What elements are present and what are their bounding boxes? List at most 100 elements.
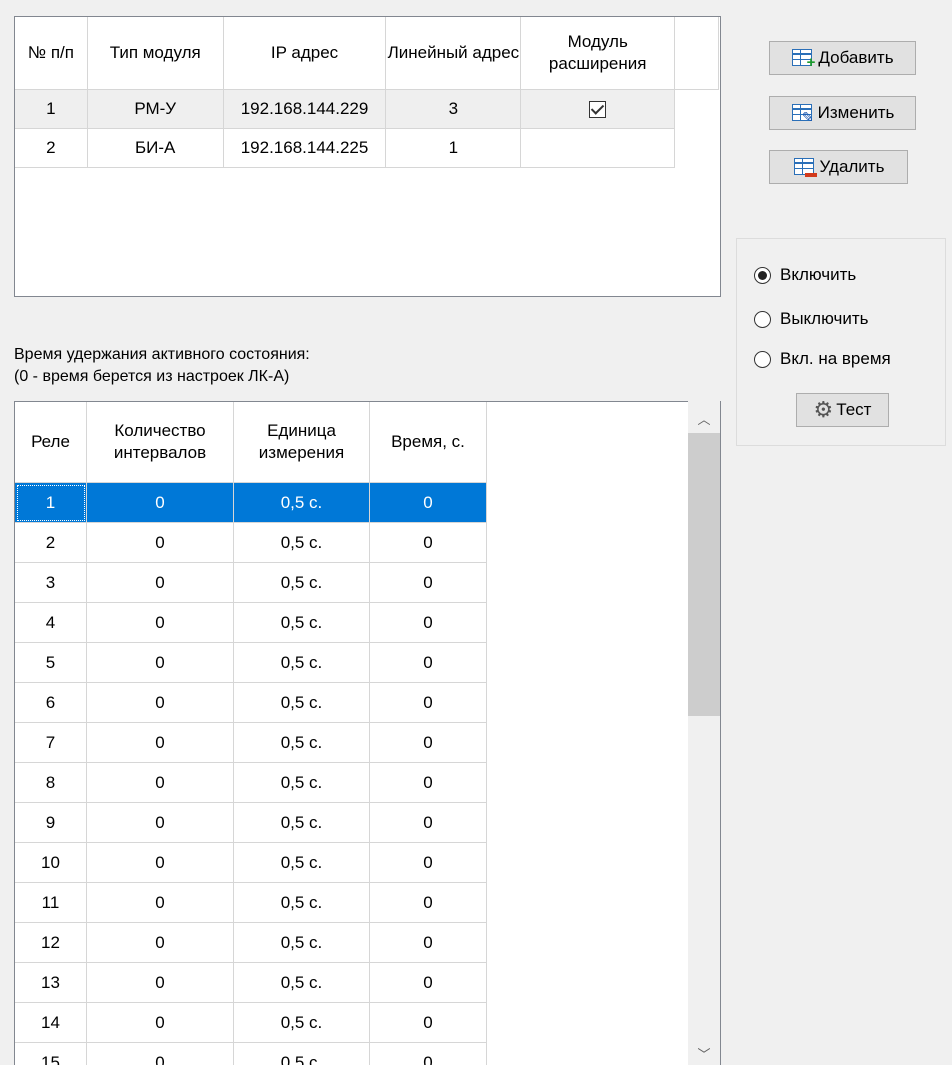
- relay-row[interactable]: 4 0 0,5 с. 0: [15, 602, 487, 643]
- relay-time-cell[interactable]: 0: [369, 522, 487, 563]
- relay-row[interactable]: 12 0 0,5 с. 0: [15, 922, 487, 963]
- relay-unit-cell[interactable]: 0,5 с.: [233, 922, 370, 963]
- relay-unit-cell[interactable]: 0,5 с.: [233, 882, 370, 923]
- relay-row[interactable]: 2 0 0,5 с. 0: [15, 522, 487, 563]
- relay-number-cell[interactable]: 13: [15, 962, 87, 1003]
- module-extension-cell[interactable]: [520, 89, 676, 129]
- relay-unit-cell[interactable]: 0,5 с.: [233, 482, 370, 523]
- column-header-extension-module[interactable]: Модуль расширения: [520, 17, 676, 90]
- relay-unit-cell[interactable]: 0,5 с.: [233, 602, 370, 643]
- column-header-intervals[interactable]: Количество интервалов: [86, 402, 234, 483]
- relay-row[interactable]: 13 0 0,5 с. 0: [15, 962, 487, 1003]
- column-header-relay[interactable]: Реле: [15, 402, 87, 483]
- relay-number-cell[interactable]: 11: [15, 882, 87, 923]
- relay-row[interactable]: 1 0 0,5 с. 0: [15, 482, 487, 523]
- relay-time-cell[interactable]: 0: [369, 1042, 487, 1065]
- relay-unit-cell[interactable]: 0,5 с.: [233, 562, 370, 603]
- module-ip-cell[interactable]: 192.168.144.225: [222, 128, 387, 168]
- relay-number-cell[interactable]: 8: [15, 762, 87, 803]
- relay-intervals-cell[interactable]: 0: [86, 642, 234, 683]
- module-row[interactable]: 2 БИ-А 192.168.144.225 1: [15, 128, 719, 168]
- column-header-ip-address[interactable]: IP адрес: [222, 17, 387, 90]
- relay-unit-cell[interactable]: 0,5 с.: [233, 802, 370, 843]
- relay-unit-cell[interactable]: 0,5 с.: [233, 1042, 370, 1065]
- relay-time-cell[interactable]: 0: [369, 642, 487, 683]
- relay-number-cell[interactable]: 2: [15, 522, 87, 563]
- relay-time-cell[interactable]: 0: [369, 842, 487, 883]
- relay-unit-cell[interactable]: 0,5 с.: [233, 1002, 370, 1043]
- relay-intervals-cell[interactable]: 0: [86, 682, 234, 723]
- relay-row[interactable]: 9 0 0,5 с. 0: [15, 802, 487, 843]
- relay-row[interactable]: 7 0 0,5 с. 0: [15, 722, 487, 763]
- relay-time-cell[interactable]: 0: [369, 962, 487, 1003]
- add-button[interactable]: + Добавить: [769, 41, 916, 75]
- radio-disable[interactable]: Выключить: [754, 309, 868, 329]
- scroll-down-icon[interactable]: ﹀: [688, 1044, 720, 1063]
- relay-row[interactable]: 10 0 0,5 с. 0: [15, 842, 487, 883]
- relay-intervals-cell[interactable]: 0: [86, 802, 234, 843]
- radio-timed-indicator[interactable]: [754, 350, 771, 368]
- module-number-cell[interactable]: 1: [15, 89, 88, 129]
- relay-row[interactable]: 14 0 0,5 с. 0: [15, 1002, 487, 1043]
- relay-time-cell[interactable]: 0: [369, 882, 487, 923]
- scroll-thumb[interactable]: [688, 433, 720, 716]
- relay-intervals-cell[interactable]: 0: [86, 482, 234, 523]
- relay-row[interactable]: 11 0 0,5 с. 0: [15, 882, 487, 923]
- relay-number-cell[interactable]: 4: [15, 602, 87, 643]
- column-header-time[interactable]: Время, с.: [369, 402, 487, 483]
- module-line-address-cell[interactable]: 3: [385, 89, 522, 129]
- relay-intervals-cell[interactable]: 0: [86, 1002, 234, 1043]
- relay-intervals-cell[interactable]: 0: [86, 522, 234, 563]
- relay-intervals-cell[interactable]: 0: [86, 922, 234, 963]
- relay-number-cell[interactable]: 5: [15, 642, 87, 683]
- relay-unit-cell[interactable]: 0,5 с.: [233, 642, 370, 683]
- module-line-address-cell[interactable]: 1: [385, 128, 522, 168]
- relay-unit-cell[interactable]: 0,5 с.: [233, 682, 370, 723]
- relay-unit-cell[interactable]: 0,5 с.: [233, 722, 370, 763]
- module-extension-cell[interactable]: [520, 128, 676, 168]
- relay-number-cell[interactable]: 9: [15, 802, 87, 843]
- relay-time-cell[interactable]: 0: [369, 482, 487, 523]
- relay-number-cell[interactable]: 3: [15, 562, 87, 603]
- radio-enable[interactable]: Включить: [754, 265, 856, 285]
- relay-number-cell[interactable]: 14: [15, 1002, 87, 1043]
- column-header-unit[interactable]: Единица измерения: [233, 402, 370, 483]
- extension-checkbox[interactable]: [589, 101, 607, 119]
- scroll-up-icon[interactable]: ︿: [688, 409, 720, 428]
- relay-intervals-cell[interactable]: 0: [86, 562, 234, 603]
- relay-row[interactable]: 3 0 0,5 с. 0: [15, 562, 487, 603]
- module-type-cell[interactable]: БИ-А: [86, 128, 224, 168]
- relay-time-cell[interactable]: 0: [369, 1002, 487, 1043]
- relay-number-cell[interactable]: 7: [15, 722, 87, 763]
- relay-number-cell[interactable]: 15: [15, 1042, 87, 1065]
- relay-intervals-cell[interactable]: 0: [86, 962, 234, 1003]
- test-button[interactable]: ⚙ Тест: [796, 393, 889, 427]
- relay-time-cell[interactable]: 0: [369, 562, 487, 603]
- module-type-cell[interactable]: РМ-У: [86, 89, 224, 129]
- relay-intervals-cell[interactable]: 0: [86, 882, 234, 923]
- module-number-cell[interactable]: 2: [15, 128, 88, 168]
- relay-row[interactable]: 5 0 0,5 с. 0: [15, 642, 487, 683]
- relay-intervals-cell[interactable]: 0: [86, 602, 234, 643]
- modules-grid[interactable]: № п/п Тип модуля IP адрес Линейный адрес…: [14, 16, 721, 297]
- relay-number-cell[interactable]: 6: [15, 682, 87, 723]
- relay-row[interactable]: 15 0 0,5 с. 0: [15, 1042, 487, 1065]
- radio-timed[interactable]: Вкл. на время: [754, 349, 891, 369]
- relay-time-cell[interactable]: 0: [369, 802, 487, 843]
- delete-button[interactable]: Удалить: [769, 150, 908, 184]
- relay-time-cell[interactable]: 0: [369, 922, 487, 963]
- relay-intervals-cell[interactable]: 0: [86, 722, 234, 763]
- relay-row[interactable]: 6 0 0,5 с. 0: [15, 682, 487, 723]
- relay-time-cell[interactable]: 0: [369, 762, 487, 803]
- edit-button[interactable]: ✎ Изменить: [769, 96, 916, 130]
- relay-intervals-cell[interactable]: 0: [86, 762, 234, 803]
- relay-intervals-cell[interactable]: 0: [86, 1042, 234, 1065]
- relay-row[interactable]: 8 0 0,5 с. 0: [15, 762, 487, 803]
- relay-time-cell[interactable]: 0: [369, 722, 487, 763]
- relay-intervals-cell[interactable]: 0: [86, 842, 234, 883]
- relay-number-cell[interactable]: 1: [15, 482, 87, 523]
- column-header-number[interactable]: № п/п: [15, 17, 88, 90]
- module-row[interactable]: 1 РМ-У 192.168.144.229 3: [15, 89, 719, 129]
- module-ip-cell[interactable]: 192.168.144.229: [222, 89, 387, 129]
- relay-number-cell[interactable]: 12: [15, 922, 87, 963]
